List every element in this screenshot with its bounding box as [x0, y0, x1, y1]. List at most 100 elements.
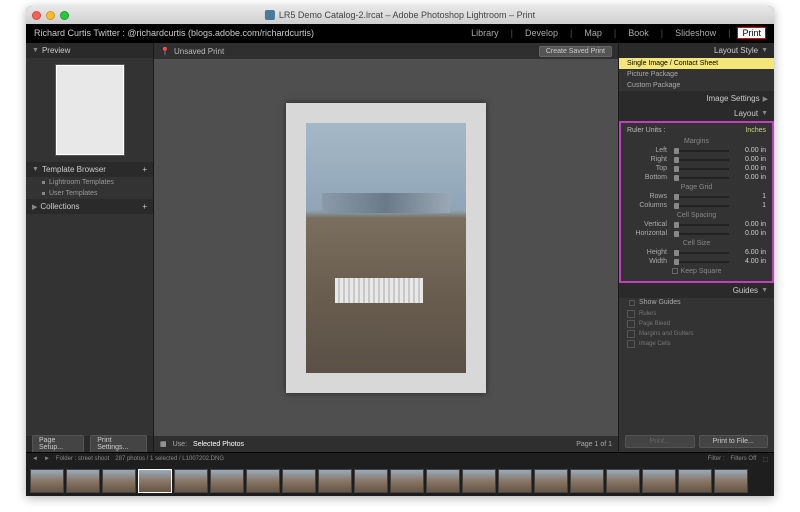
lightroom-templates-item[interactable]: Lightroom Templates [26, 177, 153, 188]
use-value[interactable]: Selected Photos [193, 441, 244, 448]
thumb[interactable] [498, 469, 532, 493]
thumb[interactable] [570, 469, 604, 493]
thumb[interactable] [174, 469, 208, 493]
thumb[interactable] [678, 469, 712, 493]
thumb[interactable] [210, 469, 244, 493]
layout-header[interactable]: Layout▼ [619, 106, 774, 121]
create-saved-print-button[interactable]: Create Saved Print [539, 46, 612, 57]
width-slider[interactable]: Width4.00 in [621, 257, 772, 266]
margin-bottom-slider[interactable]: Bottom0.00 in [621, 173, 772, 182]
thumb[interactable] [354, 469, 388, 493]
grid-icon[interactable]: ▦ [160, 440, 167, 448]
layout-single-image[interactable]: Single Image / Contact Sheet [619, 58, 774, 69]
thumb[interactable] [606, 469, 640, 493]
preview-header[interactable]: ▼Preview [26, 43, 153, 58]
slider-icon[interactable] [674, 233, 729, 235]
collections-label: Collections [40, 202, 79, 211]
chevron-right-icon: ▶ [763, 95, 768, 103]
margin-top-slider[interactable]: Top0.00 in [621, 164, 772, 173]
slider-icon[interactable] [674, 261, 729, 263]
slider-icon[interactable] [674, 252, 729, 254]
slider-icon[interactable] [674, 177, 729, 179]
layout-picture-package[interactable]: Picture Package [619, 69, 774, 80]
vertical-spacing-slider[interactable]: Vertical0.00 in [621, 220, 772, 229]
lock-icon[interactable]: ⬚ [762, 456, 768, 463]
checkbox-icon[interactable] [672, 268, 678, 274]
margin-left-slider[interactable]: Left0.00 in [621, 146, 772, 155]
thumb[interactable] [390, 469, 424, 493]
module-book[interactable]: Book [623, 27, 654, 39]
thumb[interactable] [426, 469, 460, 493]
layout-custom-package[interactable]: Custom Package [619, 80, 774, 91]
pin-icon[interactable]: 📍 [160, 47, 170, 56]
layout-panel-body: Ruler Units : Inches Margins Left0.00 in… [619, 121, 774, 283]
keep-square-checkbox[interactable]: Keep Square [621, 266, 772, 277]
filmstrip-info: ◄ ► Folder : street shoot 287 photos / 1… [26, 453, 774, 465]
thumb[interactable] [642, 469, 676, 493]
slider-icon[interactable] [674, 150, 729, 152]
content-toolbar: ▦ Use: Selected Photos Page 1 of 1 [154, 436, 618, 452]
chevron-down-icon: ▼ [761, 287, 768, 294]
module-develop[interactable]: Develop [520, 27, 563, 39]
slider-icon[interactable] [674, 159, 729, 161]
template-browser-header[interactable]: ▼Template Browser+ [26, 162, 153, 177]
module-print[interactable]: Print [737, 27, 766, 39]
guide-margins[interactable]: Margins and Gutters [627, 329, 766, 339]
checkbox-icon[interactable] [629, 300, 635, 306]
thumb[interactable] [30, 469, 64, 493]
columns-slider[interactable]: Columns1 [621, 201, 772, 210]
print-to-file-button[interactable]: Print to File... [699, 435, 769, 448]
ruler-units-value[interactable]: Inches [745, 127, 766, 134]
page-setup-button[interactable]: Page Setup... [32, 435, 84, 452]
print-buttons: Print... Print to File... [619, 431, 774, 452]
thumb[interactable] [318, 469, 352, 493]
thumb[interactable] [462, 469, 496, 493]
layout-style-header[interactable]: Layout Style▼ [619, 43, 774, 58]
ruler-units-row[interactable]: Ruler Units : Inches [621, 125, 772, 136]
user-templates-item[interactable]: User Templates [26, 188, 153, 199]
photo-count: 287 photos / 1 selected / L1007202.DNG [115, 456, 224, 462]
rows-slider[interactable]: Rows1 [621, 192, 772, 201]
slider-icon[interactable] [674, 205, 729, 207]
slider-icon[interactable] [674, 196, 729, 198]
minimize-icon[interactable] [46, 11, 55, 20]
module-map[interactable]: Map [579, 27, 607, 39]
center-area: 📍 Unsaved Print Create Saved Print ▦ Use… [154, 43, 618, 452]
thumb[interactable] [66, 469, 100, 493]
thumb-selected[interactable] [138, 469, 172, 493]
image-settings-header[interactable]: Image Settings▶ [619, 91, 774, 106]
nav-fwd-icon[interactable]: ► [44, 456, 50, 462]
print-settings-button[interactable]: Print Settings... [90, 435, 147, 452]
filter-label: Filter : [708, 456, 725, 462]
guide-bleed[interactable]: Page Bleed [627, 319, 766, 329]
module-library[interactable]: Library [466, 27, 504, 39]
zoom-icon[interactable] [60, 11, 69, 20]
thumb[interactable] [714, 469, 748, 493]
guides-header[interactable]: Guides▼ [619, 283, 774, 298]
print-button[interactable]: Print... [625, 435, 695, 448]
print-canvas[interactable] [154, 59, 618, 436]
margin-right-slider[interactable]: Right0.00 in [621, 155, 772, 164]
nav-back-icon[interactable]: ◄ [32, 456, 38, 462]
slider-icon[interactable] [674, 168, 729, 170]
close-icon[interactable] [32, 11, 41, 20]
cell-spacing-section: Cell Spacing [621, 210, 772, 220]
guide-rulers[interactable]: Rulers [627, 309, 766, 319]
thumb[interactable] [534, 469, 568, 493]
collections-header[interactable]: ▶Collections+ [26, 199, 153, 214]
thumb[interactable] [246, 469, 280, 493]
filters-off[interactable]: Filters Off [730, 456, 756, 462]
add-icon[interactable]: + [142, 165, 147, 174]
show-guides-checkbox[interactable]: Show Guides [619, 298, 774, 307]
slider-icon[interactable] [674, 224, 729, 226]
thumb[interactable] [102, 469, 136, 493]
thumbnail-strip[interactable] [26, 465, 774, 496]
module-slideshow[interactable]: Slideshow [670, 27, 721, 39]
folder-label[interactable]: Folder : street shoot [56, 456, 109, 462]
horizontal-spacing-slider[interactable]: Horizontal0.00 in [621, 229, 772, 238]
add-icon[interactable]: + [142, 202, 147, 211]
height-slider[interactable]: Height6.00 in [621, 248, 772, 257]
photo-cell[interactable] [306, 123, 466, 373]
guide-cells[interactable]: Image Cells [627, 339, 766, 349]
thumb[interactable] [282, 469, 316, 493]
